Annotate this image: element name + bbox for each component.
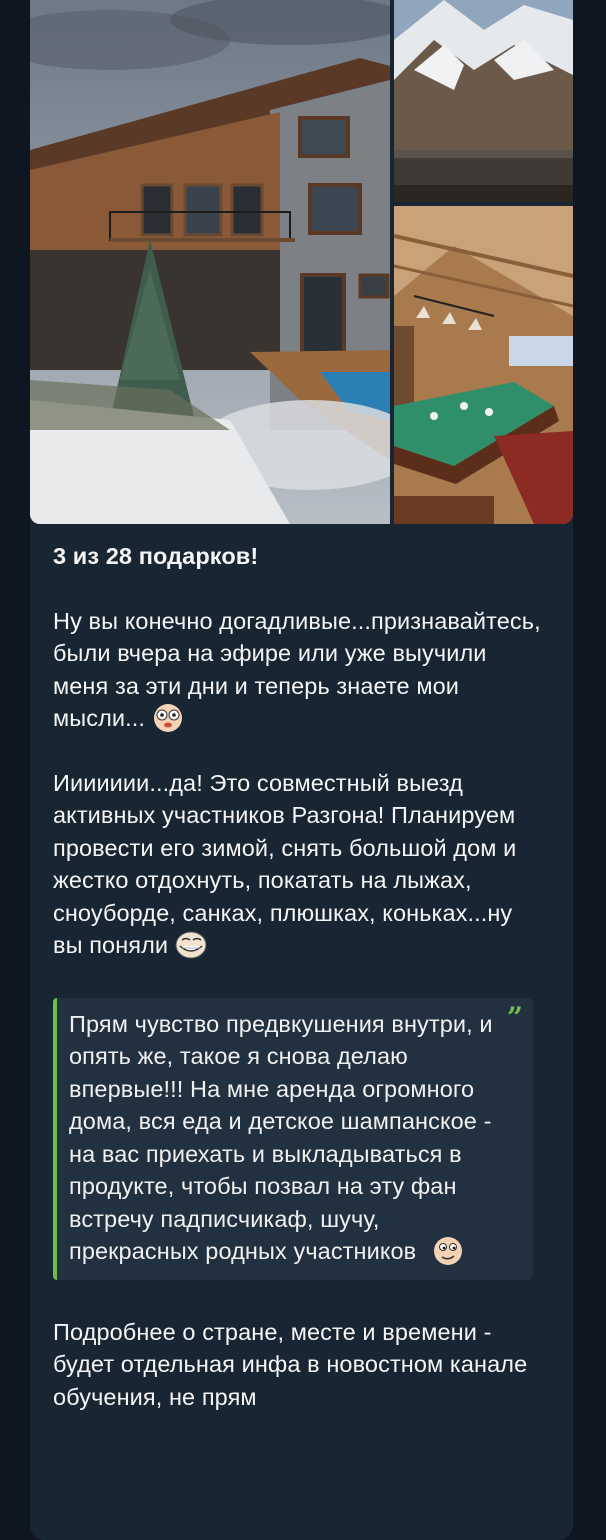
- quote-block: ” Прям чувство предвкушения внутри, и оп…: [53, 997, 533, 1280]
- quote-mark-icon: ”: [506, 1000, 523, 1034]
- smirk-face-icon: [433, 1237, 462, 1265]
- troll-face-icon: [175, 931, 207, 959]
- flushed-face-icon: [154, 704, 183, 732]
- post-title: 3 из 28 подарков!: [53, 543, 259, 569]
- quote-accent-bar: [53, 997, 57, 1280]
- paragraph-3: Подробнее о стране, месте и времени - бу…: [53, 1318, 528, 1410]
- house-photo[interactable]: [30, 0, 390, 524]
- paragraph-2-text: Иииииии...да! Это совместный выезд актив…: [53, 769, 517, 959]
- message-text: 3 из 28 подарков! Ну вы конечно догадлив…: [53, 540, 543, 1413]
- quote-text: Прям чувство предвкушения внутри, и опят…: [69, 1010, 493, 1265]
- paragraph-2: Иииииии...да! Это совместный выезд актив…: [53, 767, 543, 962]
- paragraph-1-text: Ну вы конечно догадливые...признавайтесь…: [53, 607, 541, 732]
- message-bubble: 3 из 28 подарков! Ну вы конечно догадлив…: [30, 0, 573, 1540]
- photo-album[interactable]: [30, 0, 573, 524]
- billiard-room-photo[interactable]: [394, 206, 573, 524]
- paragraph-1: Ну вы конечно догадливые...признавайтесь…: [53, 605, 543, 735]
- mountains-photo[interactable]: [394, 0, 573, 202]
